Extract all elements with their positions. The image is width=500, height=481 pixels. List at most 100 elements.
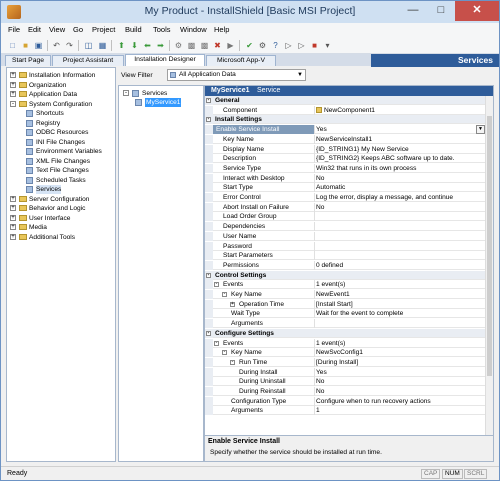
menu-window[interactable]: Window — [180, 25, 207, 34]
compile-icon[interactable]: ▩ — [186, 40, 197, 51]
forward-arrow-icon[interactable]: ➡ — [155, 40, 166, 51]
redo-icon[interactable]: ↷ — [64, 40, 75, 51]
menu-project[interactable]: Project — [92, 25, 115, 34]
up-arrow-icon[interactable]: ⬆ — [116, 40, 127, 51]
settings-icon[interactable]: ⚙ — [257, 40, 268, 51]
grid-row-component[interactable]: Component NewComponent1 — [205, 105, 493, 115]
grid-property-value[interactable]: Automatic — [316, 183, 345, 192]
grid-row-operation-time[interactable]: + Operation Time [Install Start] — [205, 299, 493, 309]
grid-row-user-name[interactable]: User Name — [205, 231, 493, 241]
grid-property-value[interactable]: [Install Start] — [316, 300, 353, 309]
grid-row-during-uninstall[interactable]: During Uninstall No — [205, 377, 493, 387]
grid-property-value[interactable]: No — [316, 387, 324, 396]
grid-property-value[interactable]: Wait for the event to complete — [316, 309, 403, 318]
undo-icon[interactable]: ↶ — [51, 40, 62, 51]
maximize-button[interactable]: □ — [427, 1, 455, 21]
expand-icon[interactable]: + — [10, 233, 16, 240]
grid-property-value[interactable]: 1 event(s) — [316, 339, 345, 348]
tab-start-page[interactable]: Start Page — [5, 55, 51, 66]
collapse-icon[interactable]: - — [222, 350, 227, 356]
grid-property-value[interactable]: 1 event(s) — [316, 280, 345, 289]
collapse-icon[interactable]: - — [206, 117, 211, 123]
pane-icon[interactable]: ▦ — [97, 40, 108, 51]
chevron-down-icon[interactable]: ▼ — [476, 125, 485, 135]
down-arrow-icon[interactable]: ⬇ — [129, 40, 140, 51]
expand-icon[interactable]: + — [10, 72, 16, 78]
menu-tools[interactable]: Tools — [153, 25, 171, 34]
grid-row-arguments[interactable]: Arguments 1 — [205, 406, 493, 416]
open-icon[interactable]: ■ — [20, 40, 31, 51]
grid-row-configuration-type[interactable]: Configuration Type Configure when to run … — [205, 396, 493, 406]
close-button[interactable]: ✕ — [455, 1, 499, 21]
grid-property-value[interactable]: 0 defined — [316, 261, 343, 270]
expand-icon[interactable]: + — [10, 195, 16, 202]
collapse-icon[interactable]: - — [206, 98, 211, 103]
expand-icon[interactable]: + — [10, 214, 16, 221]
build-icon[interactable]: ⚙ — [173, 40, 184, 51]
run-icon[interactable]: ▷ — [283, 40, 294, 51]
grid-row-key-name[interactable]: - Key Name NewSvcConfig1 — [205, 348, 493, 358]
collapse-icon[interactable]: - — [206, 272, 211, 278]
grid-row-during-install[interactable]: During Install Yes — [205, 367, 493, 377]
uninstall-icon[interactable]: ■ — [309, 40, 320, 51]
debug-icon[interactable]: ▷ — [296, 40, 307, 51]
collapse-icon[interactable]: - — [10, 100, 16, 107]
grid-row-wait-type[interactable]: Wait Type Wait for the event to complete — [205, 309, 493, 319]
grid-property-value[interactable]: Win32 that runs in its own process — [316, 164, 416, 173]
save-icon[interactable]: ▣ — [33, 40, 44, 51]
grid-property-value[interactable]: {ID_STRING2} Keeps ABC software up to da… — [316, 154, 455, 163]
tab-microsoft-app-v[interactable]: Microsoft App-V — [206, 55, 276, 66]
grid-property-value[interactable]: {ID_STRING1} My New Service — [316, 145, 409, 154]
grid-row-interact-with-desktop[interactable]: Interact with Desktop No — [205, 173, 493, 183]
menu-file[interactable]: File — [8, 25, 20, 34]
collapse-icon[interactable]: - — [206, 330, 211, 336]
grid-property-value[interactable]: NewComponent1 — [316, 106, 375, 115]
collapse-icon[interactable]: - — [230, 359, 235, 365]
grid-category-configure-settings[interactable]: - Configure Settings — [205, 328, 493, 338]
grid-property-value[interactable]: [During Install] — [316, 358, 358, 367]
menu-build[interactable]: Build — [125, 25, 142, 34]
expand-icon[interactable]: + — [10, 81, 16, 88]
grid-property-value[interactable]: No — [316, 174, 324, 183]
grid-property-value[interactable]: Yes — [316, 125, 327, 134]
toolbar-dropdown-icon[interactable]: ▾ — [322, 40, 333, 51]
grid-property-value[interactable]: 1 — [316, 406, 320, 415]
grid-row-key-name[interactable]: - Key Name NewEvent1 — [205, 290, 493, 299]
grid-category-control-settings[interactable]: - Control Settings — [205, 270, 493, 280]
collapse-icon[interactable]: - — [222, 292, 227, 297]
grid-row-start-parameters[interactable]: Start Parameters — [205, 251, 493, 261]
grid-row-enable-service-install[interactable]: Enable Service Install Yes ▼ — [205, 125, 493, 135]
grid-property-value[interactable]: Configure when to run recovery actions — [316, 397, 431, 406]
help-icon[interactable]: ? — [270, 40, 281, 51]
menu-view[interactable]: View — [49, 25, 65, 34]
grid-row-error-control[interactable]: Error Control Log the error, display a me… — [205, 193, 493, 202]
grid-property-value[interactable]: No — [316, 203, 324, 212]
cab-icon[interactable]: ▩ — [199, 40, 210, 51]
view-filter-select[interactable]: All Application Data ▼ — [167, 69, 306, 81]
grid-row-start-type[interactable]: Start Type Automatic — [205, 183, 493, 193]
grid-property-value[interactable]: Log the error, display a message, and co… — [316, 193, 453, 202]
grid-property-value[interactable]: NewSvcConfig1 — [316, 348, 363, 357]
menu-edit[interactable]: Edit — [28, 25, 41, 34]
expand-icon[interactable]: + — [10, 224, 16, 230]
grid-row-load-order-group[interactable]: Load Order Group — [205, 212, 493, 222]
menu-go[interactable]: Go — [73, 25, 83, 34]
grid-row-display-name[interactable]: Display Name {ID_STRING1} My New Service — [205, 144, 493, 154]
expand-icon[interactable]: + — [10, 205, 16, 211]
collapse-icon[interactable]: - — [214, 282, 219, 288]
minimize-button[interactable]: — — [399, 1, 427, 21]
media-icon[interactable]: ▶ — [225, 40, 236, 51]
grid-row-arguments[interactable]: Arguments — [205, 319, 493, 329]
collapse-icon[interactable]: - — [123, 90, 129, 96]
grid-row-dependencies[interactable]: Dependencies — [205, 222, 493, 232]
grid-row-password[interactable]: Password — [205, 241, 493, 251]
menu-help[interactable]: Help — [214, 25, 229, 34]
expand-icon[interactable]: + — [10, 91, 16, 97]
grid-category-general[interactable]: - General — [205, 96, 493, 105]
new-icon[interactable]: □ — [7, 40, 18, 51]
grid-row-description[interactable]: Description {ID_STRING2} Keeps ABC softwa… — [205, 154, 493, 164]
grid-row-abort-install-on-failure[interactable]: Abort Install on Failure No — [205, 202, 493, 212]
grid-property-value[interactable]: No — [316, 377, 324, 386]
grid-property-value[interactable]: Yes — [316, 368, 327, 377]
grid-row-during-reinstall[interactable]: During Reinstall No — [205, 387, 493, 396]
